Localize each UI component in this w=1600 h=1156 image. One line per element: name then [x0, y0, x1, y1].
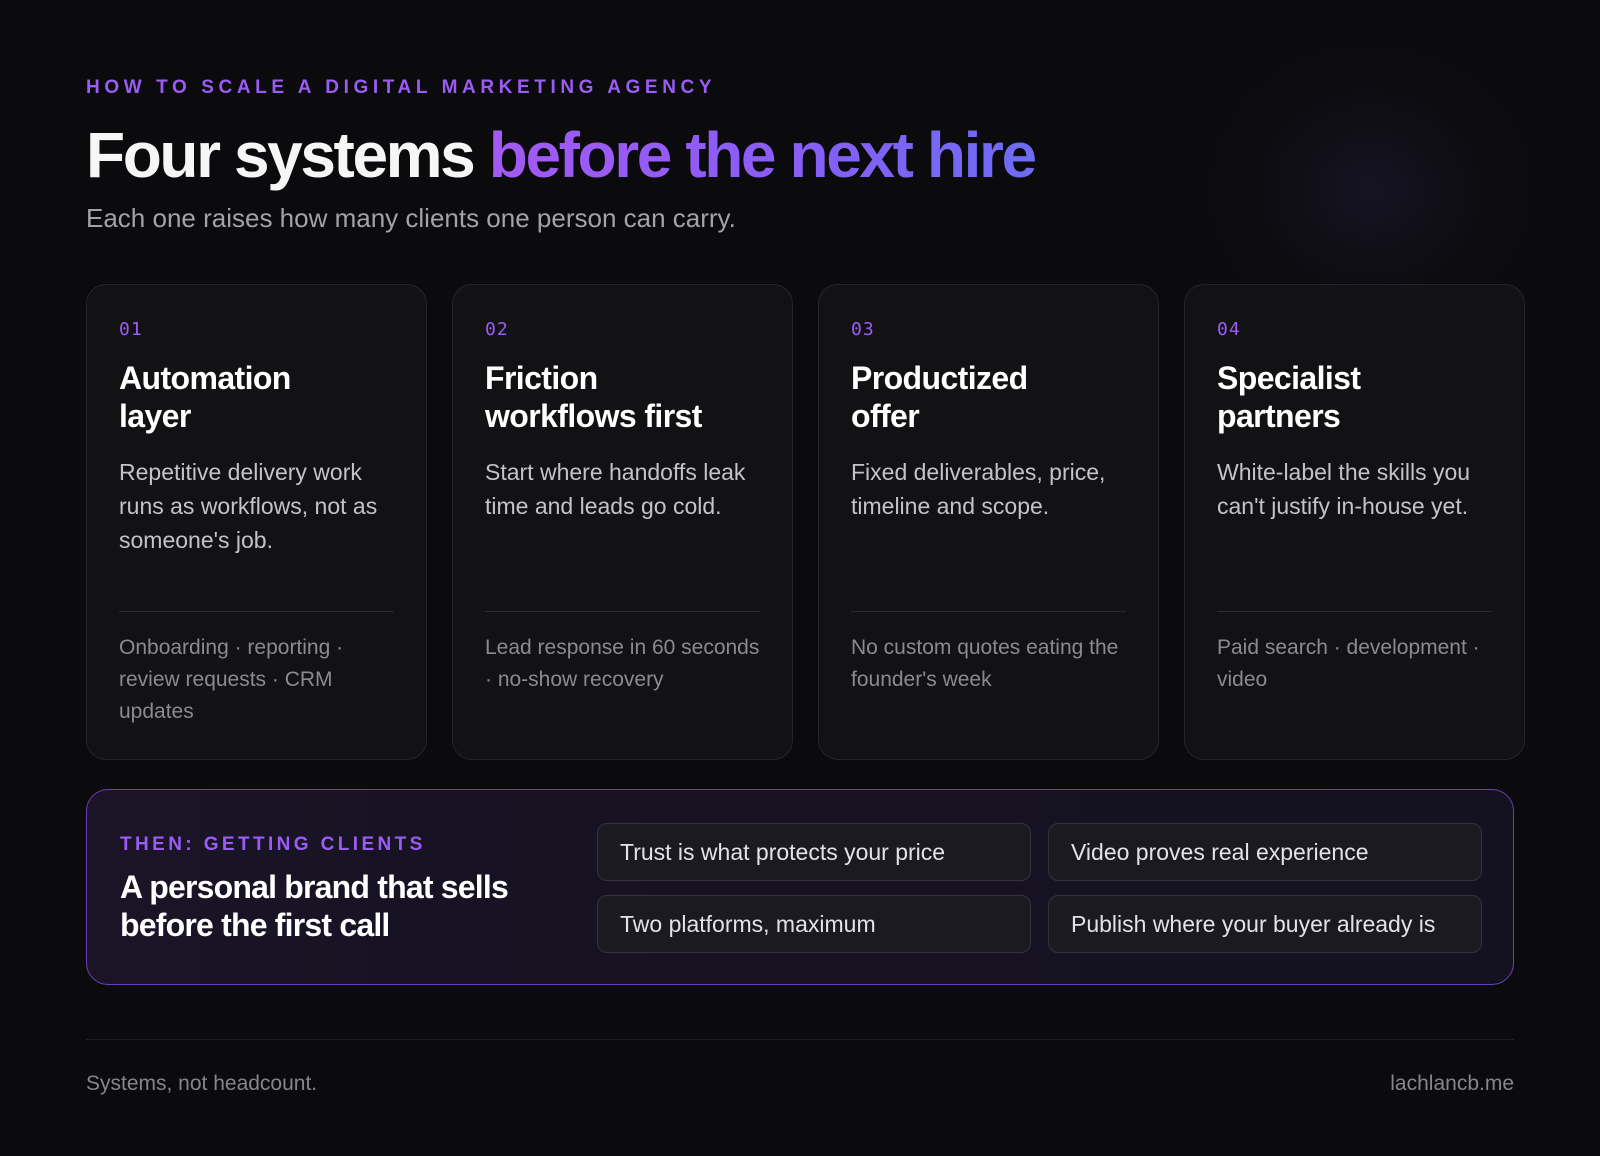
- card-divider: [485, 611, 760, 612]
- system-card-friction: 02 Friction workflows first Start where …: [452, 284, 793, 760]
- card-title: Automation layer: [119, 360, 291, 434]
- headline-part-1: Four systems: [86, 119, 476, 191]
- card-title: Friction workflows first: [485, 360, 702, 434]
- infographic: HOW TO SCALE A DIGITAL MARKETING AGENCY …: [86, 0, 1525, 1156]
- chip-publish: Publish where your buyer already is: [1048, 895, 1482, 953]
- system-card-productized: 03 Productized offer Fixed deliverables,…: [818, 284, 1159, 760]
- card-divider: [851, 611, 1126, 612]
- card-description: Fixed deliverables, price, timeline and …: [851, 459, 1106, 519]
- headline: Four systems before the next hire: [86, 117, 1037, 193]
- footer-website: lachlancb.me: [1390, 1072, 1514, 1095]
- clients-panel: THEN: GETTING CLIENTS A personal brand t…: [86, 789, 1514, 985]
- card-tags: Lead response in 60 seconds · no-show re…: [485, 636, 760, 691]
- chip-trust: Trust is what protects your price: [597, 823, 1031, 881]
- card-title: Specialist partners: [1217, 360, 1361, 434]
- card-number: 04: [1217, 319, 1241, 340]
- card-description: White-label the skills you can't justify…: [1217, 459, 1471, 519]
- chip-video: Video proves real experience: [1048, 823, 1482, 881]
- headline-part-2: before the next hire: [488, 119, 1037, 191]
- card-tags: Onboarding · reporting · review requests…: [119, 636, 344, 723]
- subheadline: Each one raises how many clients one per…: [86, 203, 736, 233]
- card-description: Repetitive delivery work runs as workflo…: [119, 459, 378, 553]
- card-title: Productized offer: [851, 360, 1028, 434]
- card-divider: [119, 611, 394, 612]
- card-tags: Paid search · development · video: [1217, 636, 1480, 691]
- card-number: 03: [851, 319, 875, 340]
- eyebrow-label: HOW TO SCALE A DIGITAL MARKETING AGENCY: [86, 77, 717, 98]
- clients-title: A personal brand that sells before the f…: [120, 869, 509, 943]
- card-tags: No custom quotes eating the founder's we…: [851, 636, 1119, 691]
- system-card-automation: 01 Automation layer Repetitive delivery …: [86, 284, 427, 760]
- systems-cards: 01 Automation layer Repetitive delivery …: [86, 284, 1525, 760]
- card-divider: [1217, 611, 1492, 612]
- card-description: Start where handoffs leak time and leads…: [485, 459, 746, 519]
- card-number: 02: [485, 319, 509, 340]
- clients-chips: Trust is what protects your price Video …: [597, 823, 1483, 953]
- system-card-specialist: 04 Specialist partners White-label the s…: [1184, 284, 1525, 760]
- footer-tagline: Systems, not headcount.: [86, 1072, 318, 1095]
- card-number: 01: [119, 319, 143, 340]
- footer-divider: [86, 1039, 1514, 1040]
- clients-eyebrow: THEN: GETTING CLIENTS: [120, 834, 426, 855]
- chip-platforms: Two platforms, maximum: [597, 895, 1031, 953]
